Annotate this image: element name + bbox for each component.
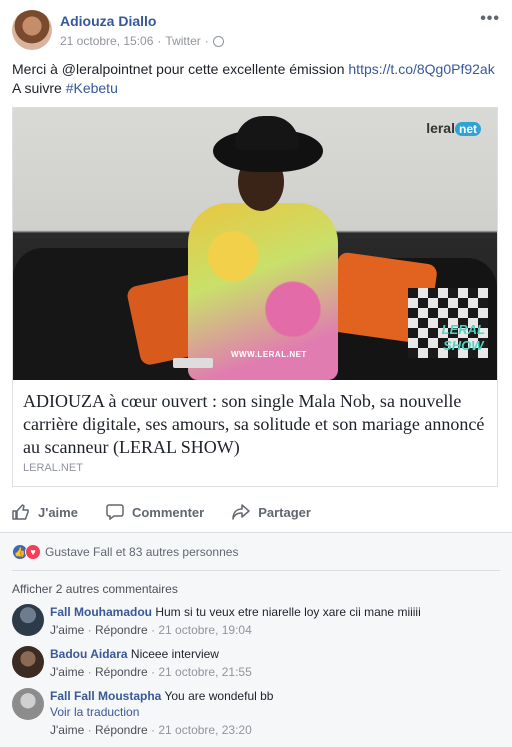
comment-actions: J'aime · Répondre · 21 octobre, 19:04 — [50, 623, 252, 637]
comment-text: Niceee interview — [130, 647, 219, 661]
reactions-text[interactable]: Gustave Fall et 83 autres personnes — [45, 545, 238, 559]
comment-time[interactable]: 21 octobre, 19:04 — [158, 623, 251, 637]
post-source: Twitter — [165, 34, 201, 48]
meta-separator: · — [157, 34, 162, 48]
comment-body: Badou Aidara Niceee interview J'aime · R… — [50, 646, 252, 680]
view-more-comments[interactable]: Afficher 2 autres commentaires — [12, 582, 178, 596]
comment-body: Fall Mouhamadou Hum si tu veux etre niar… — [50, 604, 421, 638]
comment-reply-link[interactable]: Répondre — [95, 665, 148, 679]
like-button[interactable]: J'aime — [12, 504, 78, 520]
comment-like-link[interactable]: J'aime — [50, 665, 84, 679]
share-button[interactable]: Partager — [232, 504, 311, 520]
divider — [12, 570, 500, 571]
commenter-avatar[interactable] — [12, 646, 44, 678]
post-card: Adiouza Diallo 21 octobre, 15:06 · Twitt… — [0, 0, 512, 747]
more-options-icon[interactable]: ••• — [480, 10, 500, 28]
author-avatar[interactable] — [12, 10, 52, 50]
comment-text: Hum si tu veux etre niarelle loy xare ci… — [155, 605, 421, 619]
share-icon — [232, 504, 250, 520]
comment-actions: J'aime · Répondre · 21 octobre, 23:20 — [50, 723, 252, 737]
post-date[interactable]: 21 octobre, 15:06 — [60, 34, 153, 48]
post-actions: J'aime Commenter Partager — [12, 497, 500, 527]
comment-reply-link[interactable]: Répondre — [95, 623, 148, 637]
post-link[interactable]: https://t.co/8Qg0Pf92ak — [348, 61, 494, 77]
comment-time[interactable]: 21 octobre, 23:20 — [158, 723, 251, 737]
comment-like-link[interactable]: J'aime — [50, 623, 84, 637]
post-header: Adiouza Diallo 21 octobre, 15:06 · Twitt… — [12, 10, 500, 54]
comment: Fall Mouhamadou Hum si tu veux etre niar… — [12, 604, 500, 642]
globe-icon — [212, 35, 224, 47]
hat-crown — [235, 116, 299, 150]
post-text: Merci à @leralpointnet pour cette excell… — [12, 60, 500, 98]
comment-like-link[interactable]: J'aime — [50, 723, 84, 737]
hashtag-link[interactable]: #Kebetu — [66, 80, 118, 96]
reactions-summary[interactable]: 👍 ♥ Gustave Fall et 83 autres personnes — [12, 544, 238, 560]
leral-net-logo: leral net — [426, 120, 481, 136]
like-icon — [12, 504, 29, 520]
post-meta: 21 octobre, 15:06 · Twitter · — [60, 34, 224, 48]
comment: Fall Fall Moustapha You are wondeful bb … — [12, 688, 500, 742]
link-preview-source: LERAL.NET — [23, 462, 83, 474]
commenter-avatar[interactable] — [12, 604, 44, 636]
comment-actions: J'aime · Répondre · 21 octobre, 21:55 — [50, 665, 252, 679]
link-preview-image[interactable]: leral net LERAL SHOW WWW.LERAL.NET — [13, 108, 497, 380]
comment-time[interactable]: 21 octobre, 21:55 — [158, 665, 251, 679]
comment-button[interactable]: Commenter — [106, 504, 204, 520]
link-preview-title[interactable]: ADIOUZA à cœur ouvert : son single Mala … — [23, 390, 489, 459]
comment-reply-link[interactable]: Répondre — [95, 723, 148, 737]
meta-separator: · — [204, 34, 209, 48]
post-text-line1: Merci à @leralpointnet pour cette excell… — [12, 61, 349, 77]
author-name[interactable]: Adiouza Diallo — [60, 13, 156, 29]
link-preview-card[interactable]: leral net LERAL SHOW WWW.LERAL.NET ADIOUZ… — [12, 107, 498, 487]
commenter-avatar[interactable] — [12, 688, 44, 720]
comment: Badou Aidara Niceee interview J'aime · R… — [12, 646, 500, 684]
commenter-name[interactable]: Fall Mouhamadou — [50, 605, 152, 619]
post-text-line2: A suivre — [12, 80, 66, 96]
video-watermark: WWW.LERAL.NET — [231, 350, 307, 359]
comment-icon — [106, 504, 124, 520]
commenter-name[interactable]: Fall Fall Moustapha — [50, 689, 161, 703]
comment-text: You are wondeful bb — [164, 689, 274, 703]
phone-on-sofa — [173, 358, 213, 368]
comment-body: Fall Fall Moustapha You are wondeful bb … — [50, 688, 273, 738]
love-reaction-icon: ♥ — [25, 544, 41, 560]
commenter-name[interactable]: Badou Aidara — [50, 647, 128, 661]
leral-show-logo: LERAL SHOW — [441, 322, 485, 353]
see-translation-link[interactable]: Voir la traduction — [50, 704, 273, 720]
